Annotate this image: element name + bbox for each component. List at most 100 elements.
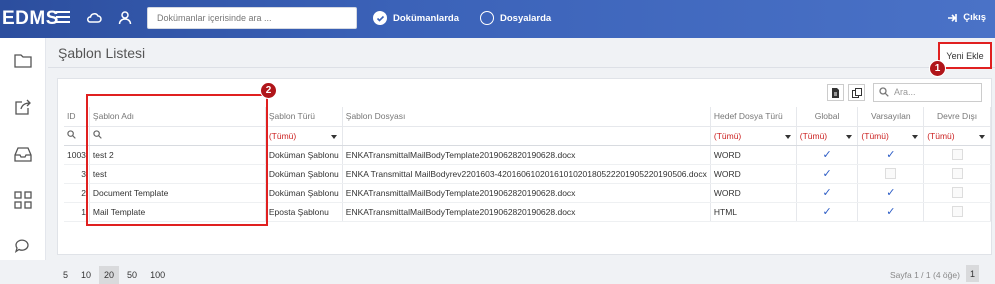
chat-icon[interactable]	[13, 236, 33, 256]
filter-template-type[interactable]: (Tümü)	[265, 126, 343, 146]
page-info: Sayfa 1 / 1 (4 öğe)	[890, 270, 960, 280]
cell-target-type: WORD	[710, 183, 797, 203]
grid-icon[interactable]	[13, 190, 33, 210]
user-icon[interactable]	[117, 10, 133, 26]
filter-global[interactable]: (Tümü)	[796, 126, 859, 146]
cell-template-file: ENKATransmittalMailBodyTemplate201906282…	[342, 183, 711, 203]
cell-disabled	[923, 202, 991, 222]
logout-button[interactable]: Çıkış	[947, 12, 986, 23]
annotation-badge-2: 2	[260, 82, 277, 99]
page-size-option[interactable]: 50	[122, 266, 142, 284]
check-icon: ✓	[886, 187, 896, 199]
share-icon[interactable]	[13, 97, 33, 117]
document-search-input[interactable]: Dokümanlar içerisinde ara ...	[147, 7, 357, 29]
cell-template-type: Doküman Şablonu	[265, 145, 343, 165]
grid-search-placeholder: Ara...	[894, 87, 916, 97]
search-icon	[879, 87, 889, 97]
menu-icon[interactable]	[56, 11, 70, 25]
grid-search-input[interactable]: Ara...	[873, 83, 982, 102]
chevron-down-icon	[330, 134, 337, 139]
filter-value: (Tümü)	[927, 130, 955, 141]
cell-default: ✓	[857, 145, 925, 165]
cell-template-type: Doküman Şablonu	[265, 164, 343, 184]
cell-target-type: WORD	[710, 164, 797, 184]
cell-default	[857, 164, 925, 184]
cell-target-type: HTML	[710, 202, 797, 222]
chevron-down-icon	[912, 134, 919, 139]
checkbox-empty-icon	[885, 168, 897, 180]
cell-target-type: WORD	[710, 145, 797, 165]
columns-icon	[851, 87, 862, 98]
col-header-disabled[interactable]: Devre Dışı	[923, 107, 991, 127]
col-header-target-type[interactable]: Hedef Dosya Türü	[710, 107, 797, 127]
chevron-down-icon	[784, 134, 791, 139]
search-icon	[67, 130, 76, 139]
cell-disabled	[923, 183, 991, 203]
radio-checked-icon	[373, 11, 387, 25]
export-button[interactable]	[827, 84, 844, 101]
check-icon: ✓	[822, 168, 832, 180]
cell-template-type: Doküman Şablonu	[265, 183, 343, 203]
filter-target-type[interactable]: (Tümü)	[710, 126, 797, 146]
cell-template-file: ENKATransmittalMailBodyTemplate201906282…	[342, 145, 711, 165]
col-header-default[interactable]: Varsayılan	[857, 107, 925, 127]
check-icon: ✓	[886, 206, 896, 218]
column-chooser-button[interactable]	[848, 84, 865, 101]
radio-folders-label: Dosyalarda	[500, 12, 552, 24]
annotation-badge-1: 1	[929, 60, 946, 77]
filter-value: (Tümü)	[861, 130, 889, 141]
radio-folders[interactable]: Dosyalarda	[480, 9, 551, 27]
page-number-button[interactable]: 1	[966, 265, 979, 282]
checkbox-empty-icon	[951, 206, 963, 218]
cell-global: ✓	[796, 183, 859, 203]
chevron-down-icon	[846, 134, 853, 139]
cell-default: ✓	[857, 183, 925, 203]
cell-global: ✓	[796, 145, 859, 165]
add-new-button[interactable]: Yeni Ekle	[938, 42, 992, 69]
logout-label: Çıkış	[963, 12, 986, 23]
radio-documents-label: Dokümanlarda	[393, 12, 459, 24]
cell-default: ✓	[857, 202, 925, 222]
cell-template-file: ENKATransmittalMailBodyTemplate201906282…	[342, 202, 711, 222]
top-bar: EDMS Dokümanlar içerisinde ara ... Doküm…	[0, 0, 995, 38]
page-size-option[interactable]: 10	[76, 266, 96, 284]
main-content: Şablon Listesi Yeni Ekle 1 Ara... ID Şab…	[48, 38, 995, 284]
filter-template-file[interactable]	[342, 126, 711, 146]
logout-icon	[948, 13, 958, 22]
checkbox-empty-icon	[951, 168, 963, 180]
col-header-template-file[interactable]: Şablon Dosyası	[342, 107, 711, 127]
filter-default[interactable]: (Tümü)	[857, 126, 925, 146]
page-size-option-active[interactable]: 20	[99, 266, 120, 284]
check-icon: ✓	[822, 149, 832, 161]
radio-documents[interactable]: Dokümanlarda	[373, 9, 459, 27]
export-file-icon	[832, 87, 839, 98]
filter-value: (Tümü)	[268, 130, 297, 141]
checkbox-empty-icon	[951, 149, 963, 161]
filter-value: (Tümü)	[713, 130, 742, 141]
cell-disabled	[923, 145, 991, 165]
check-icon: ✓	[822, 187, 832, 199]
page-size-option[interactable]: 100	[145, 266, 170, 284]
annotation-highlight-box	[86, 94, 268, 226]
page-size-selector: 5 10 20 50 100	[58, 266, 173, 284]
cell-disabled	[923, 164, 991, 184]
check-icon: ✓	[886, 149, 896, 161]
cell-global: ✓	[796, 202, 859, 222]
checkbox-empty-icon	[951, 187, 963, 199]
title-divider	[48, 67, 995, 68]
folder-icon[interactable]	[13, 50, 33, 70]
cell-global: ✓	[796, 164, 859, 184]
filter-disabled[interactable]: (Tümü)	[923, 126, 991, 146]
col-header-template-type[interactable]: Şablon Türü	[265, 107, 343, 127]
cell-template-file: ENKA Transmittal MailBodyrev2201603-4201…	[342, 164, 711, 184]
cell-template-type: Eposta Şablonu	[265, 202, 343, 222]
chevron-down-icon	[979, 134, 985, 139]
col-header-global[interactable]: Global	[796, 107, 859, 127]
filter-value: (Tümü)	[799, 130, 828, 141]
check-icon: ✓	[822, 206, 832, 218]
page-title: Şablon Listesi	[58, 45, 146, 61]
inbox-icon[interactable]	[13, 144, 33, 164]
page-size-option[interactable]: 5	[58, 266, 73, 284]
cloud-icon[interactable]	[86, 10, 102, 26]
sidebar	[0, 38, 46, 260]
